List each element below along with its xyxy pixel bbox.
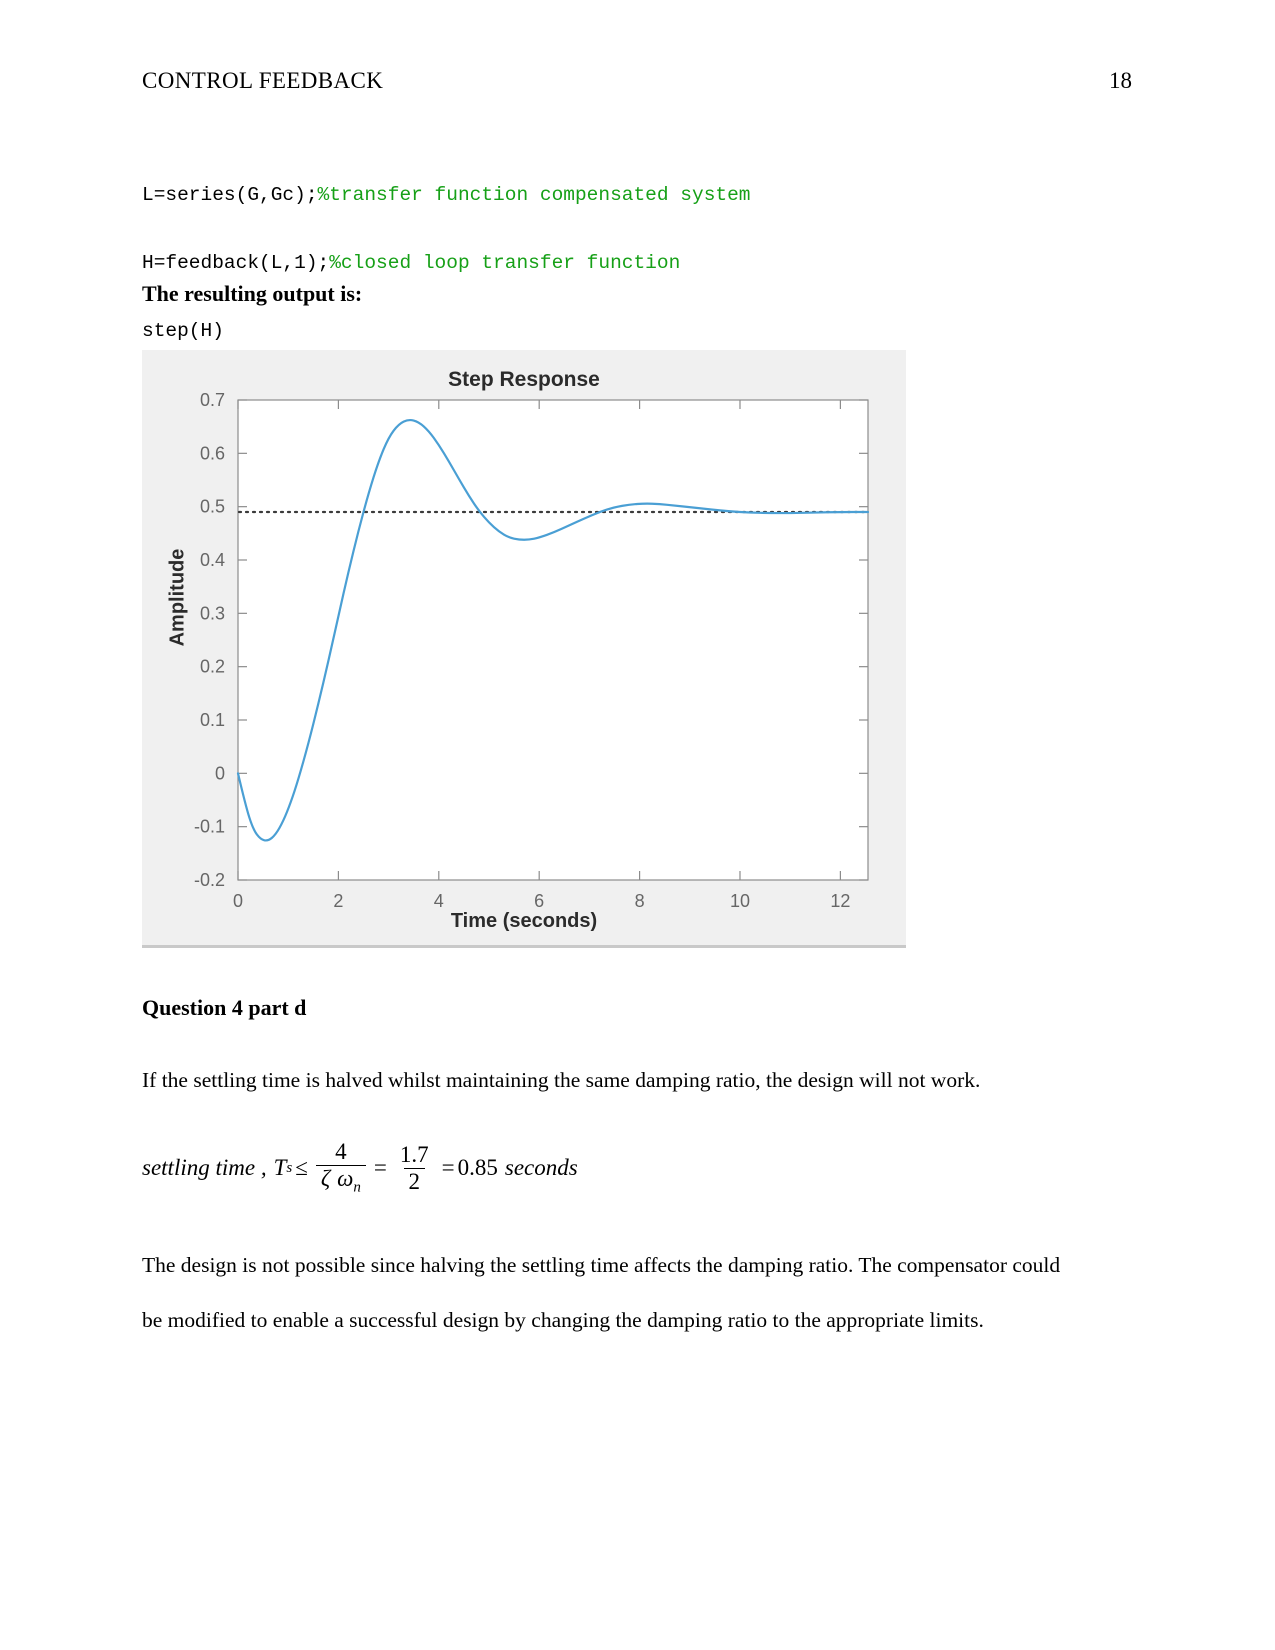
- x-tick-label: 2: [333, 891, 343, 911]
- y-tick-label: -0.1: [194, 817, 225, 837]
- equation-symbol-subscript: s: [286, 1159, 293, 1176]
- equation-result: 0.85: [457, 1155, 498, 1181]
- y-tick-label: 0.4: [200, 550, 225, 570]
- fraction-1-denominator: ζ ωn: [315, 1165, 366, 1196]
- y-tick-label: 0.3: [200, 603, 225, 623]
- equation-equals-2: =: [441, 1155, 455, 1181]
- code-line: H=feedback(L,1);%closed loop transfer fu…: [142, 252, 1042, 275]
- equation-equals-1: =: [373, 1155, 387, 1181]
- equation-units: seconds: [504, 1155, 578, 1181]
- code-line: step(H): [142, 320, 1042, 343]
- x-tick-label: 0: [233, 891, 243, 911]
- y-tick-label: 0.2: [200, 657, 225, 677]
- equation-lead: settling time ,: [142, 1155, 267, 1181]
- y-tick-label: -0.2: [194, 870, 225, 890]
- equation-relation: ≤: [295, 1155, 308, 1181]
- x-tick-label: 6: [534, 891, 544, 911]
- zeta-symbol: ζ: [320, 1166, 331, 1192]
- x-tick-label: 4: [434, 891, 444, 911]
- equation-fraction-1: 4 ζ ωn: [315, 1139, 366, 1196]
- x-tick-label: 12: [830, 891, 850, 911]
- page-number: 18: [1109, 68, 1132, 93]
- paragraph-intro: If the settling time is halved whilst ma…: [142, 1068, 981, 1092]
- code-comment: %closed loop transfer function: [329, 251, 681, 274]
- y-tick-label: 0.6: [200, 443, 225, 463]
- fraction-2-numerator: 1.7: [399, 1141, 429, 1167]
- omega-symbol: ω: [337, 1166, 354, 1192]
- chart-plot-area: -0.2 -0.1 0 0.1 0.2 0.3 0.4 0.5 0.6 0.7 0 2 4 6 8 10 12: [194, 390, 870, 911]
- code-text: L=series(G,Gc);: [142, 184, 318, 207]
- settling-time-equation: settling time , Ts ≤ 4 ζ ωn = 1.7 2 = 0.8…: [142, 1139, 578, 1196]
- y-tick-label: 0.1: [200, 710, 225, 730]
- y-tick-label: 0: [215, 763, 225, 783]
- fraction-1-numerator: 4: [335, 1139, 347, 1164]
- y-tick-label: 0.5: [200, 497, 225, 517]
- code-text: step(H): [142, 319, 224, 342]
- equation-symbol: T: [273, 1155, 287, 1181]
- fraction-2-denominator: 2: [403, 1167, 426, 1194]
- header-title: CONTROL FEEDBACK: [142, 68, 384, 93]
- omega-subscript: n: [353, 1179, 361, 1196]
- document-page: CONTROL FEEDBACK 18 L=series(G,Gc);%tran…: [0, 0, 1275, 1650]
- x-tick-label: 10: [730, 891, 750, 911]
- code-line: L=series(G,Gc);%transfer function compen…: [142, 184, 1042, 207]
- y-tick-label: 0.7: [200, 390, 225, 410]
- question-heading: Question 4 part d: [142, 995, 307, 1020]
- code-text: H=feedback(L,1);: [142, 251, 330, 274]
- code-comment: %transfer function compensated system: [317, 184, 751, 207]
- step-response-figure: Step Response Amplitude Time (seconds) -…: [142, 350, 906, 948]
- equation-fraction-2: 1.7 2: [395, 1141, 434, 1194]
- running-header: CONTROL FEEDBACK 18: [142, 68, 1132, 102]
- paragraph-conclusion: The design is not possible since halving…: [142, 1253, 1061, 1332]
- x-tick-label: 8: [635, 891, 645, 911]
- lead-in-text: The resulting output is:: [142, 281, 363, 306]
